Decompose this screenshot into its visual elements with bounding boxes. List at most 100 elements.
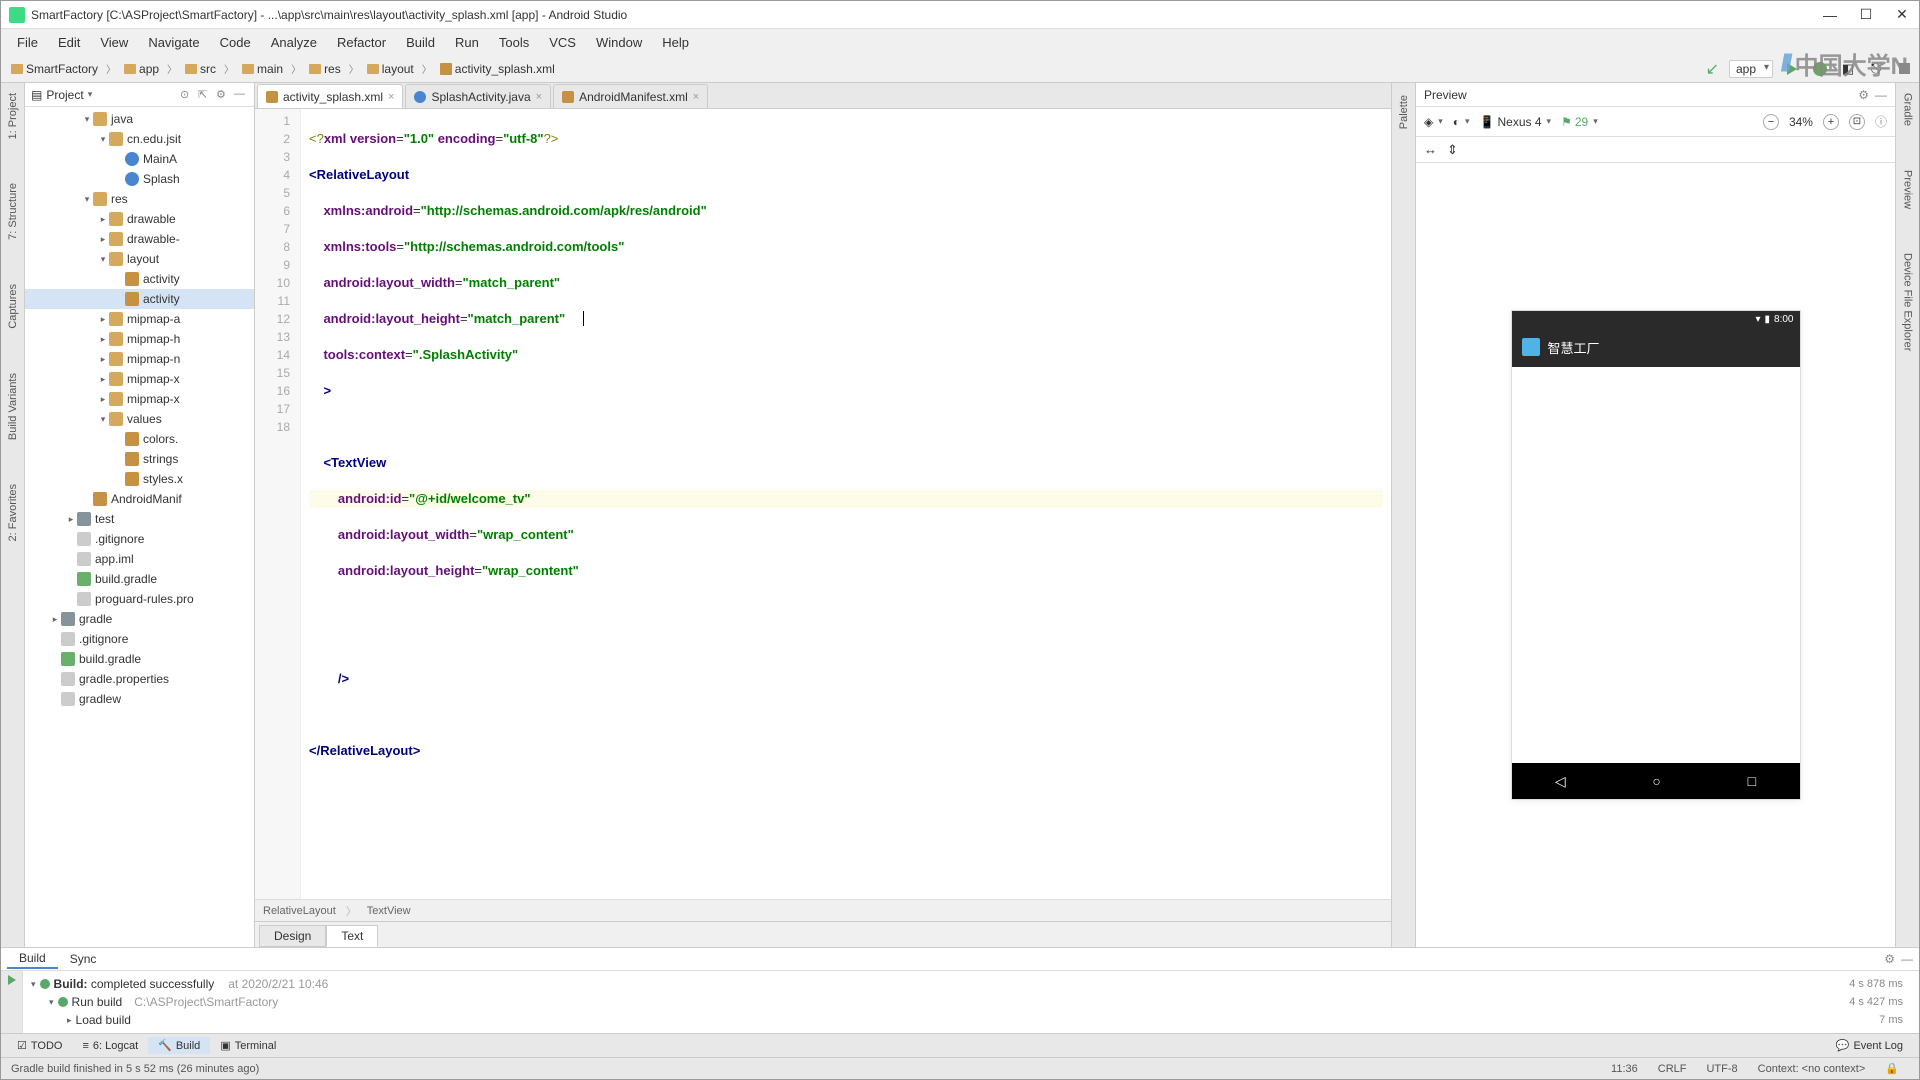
minimize-button[interactable]: — [1821,6,1839,24]
tree-row[interactable]: ▸mipmap-n [25,349,254,369]
surface-selector[interactable]: ◈ [1424,115,1443,129]
tree-row[interactable]: ▾values [25,409,254,429]
device-selector[interactable]: 📱 Nexus 4 [1480,115,1552,129]
editor-body[interactable]: 123456789101112131415161718 <?xml versio… [255,109,1391,899]
tree-row[interactable]: app.iml [25,549,254,569]
tree-row[interactable]: activity [25,269,254,289]
tool-todo[interactable]: ☑TODO [7,1037,72,1054]
close-tab-icon[interactable]: × [693,91,699,103]
breadcrumb-layout[interactable]: layout [363,60,418,78]
pan-icon[interactable]: ↔ [1424,142,1437,157]
editor-tab-manifest[interactable]: AndroidManifest.xml × [553,84,708,108]
build-tree[interactable]: ▾ Build: completed successfully at 2020/… [23,971,1919,1033]
api-selector[interactable]: ⚑ 29 [1561,115,1598,129]
tree-row[interactable]: proguard-rules.pro [25,589,254,609]
build-tab[interactable]: Build [7,949,58,969]
menu-run[interactable]: Run [445,33,489,52]
tree-row[interactable]: ▸test [25,509,254,529]
tree-row[interactable]: AndroidManif [25,489,254,509]
tree-row[interactable]: ▸drawable- [25,229,254,249]
tree-row[interactable]: gradle.properties [25,669,254,689]
tree-row[interactable]: .gitignore [25,629,254,649]
tool-device-explorer[interactable]: Device File Explorer [1900,251,1916,353]
debug-button[interactable] [1811,60,1829,78]
text-tab[interactable]: Text [326,925,378,947]
menu-build[interactable]: Build [396,33,445,52]
breadcrumb-app[interactable]: app [120,60,163,78]
tree-row[interactable]: styles.x [25,469,254,489]
tree-row[interactable]: ▸mipmap-x [25,389,254,409]
tool-captures[interactable]: Captures [5,282,21,331]
gear-icon[interactable]: ⚙ [1858,88,1869,102]
breadcrumb-src[interactable]: src [181,60,220,78]
hide-build-icon[interactable]: — [1901,952,1913,966]
tool-gradle[interactable]: Gradle [1900,91,1916,128]
breadcrumb-node[interactable]: RelativeLayout [263,905,336,917]
menu-refactor[interactable]: Refactor [327,33,396,52]
tree-row[interactable]: ▾java [25,109,254,129]
tree-row[interactable]: ▸mipmap-a [25,309,254,329]
menu-view[interactable]: View [90,33,138,52]
sync-tab[interactable]: Sync [58,950,109,968]
code-editor[interactable]: <?xml version="1.0" encoding="utf-8"?> <… [301,109,1391,899]
editor-tab-splash-activity-java[interactable]: SplashActivity.java × [405,84,551,108]
zoom-fit-icon[interactable]: ⊡ [1849,114,1865,130]
breadcrumb-project[interactable]: SmartFactory [7,60,102,78]
make-project-icon[interactable]: ↙ [1706,59,1719,79]
preview-canvas[interactable]: ▾ ▮ 8:00 智慧工厂 ◁ ○ □ [1416,163,1895,947]
warnings-icon[interactable]: ⓘ [1875,113,1887,130]
hide-icon[interactable]: — [234,88,248,102]
tool-preview[interactable]: Preview [1900,168,1916,211]
attach-debugger-button[interactable]: ⎋ [1867,60,1885,78]
zoom-out-icon[interactable]: − [1763,114,1779,130]
tree-row[interactable]: .gitignore [25,529,254,549]
tool-build-variants[interactable]: Build Variants [5,371,21,442]
tree-row[interactable]: ▾layout [25,249,254,269]
tree-row[interactable]: ▸mipmap-x [25,369,254,389]
tree-row[interactable]: build.gradle [25,569,254,589]
menu-tools[interactable]: Tools [489,33,539,52]
tool-project[interactable]: 1: Project [5,91,21,141]
tree-row[interactable]: ▸gradle [25,609,254,629]
menu-help[interactable]: Help [652,33,699,52]
tree-row[interactable]: activity [25,289,254,309]
menu-vcs[interactable]: VCS [539,33,586,52]
context-info[interactable]: Context: <no context> [1748,1063,1876,1075]
tree-row[interactable]: ▸drawable [25,209,254,229]
menu-edit[interactable]: Edit [48,33,90,52]
tree-row[interactable]: colors. [25,429,254,449]
menu-window[interactable]: Window [586,33,652,52]
tree-row[interactable]: ▸mipmap-h [25,329,254,349]
profiler-button[interactable]: ◧ [1839,60,1857,78]
palette-tab[interactable]: Palette [1398,91,1410,133]
menu-file[interactable]: File [7,33,48,52]
zoom-in-icon[interactable]: + [1823,114,1839,130]
tree-row[interactable]: ▾res [25,189,254,209]
menu-analyze[interactable]: Analyze [261,33,327,52]
close-tab-icon[interactable]: × [388,91,394,103]
tree-row[interactable]: gradlew [25,689,254,709]
expand-icon[interactable]: ⇕ [1447,142,1458,158]
tree-row[interactable]: MainA [25,149,254,169]
breadcrumb-file[interactable]: activity_splash.xml [436,60,559,78]
tool-event-log[interactable]: 💬Event Log [1826,1037,1913,1054]
tool-terminal[interactable]: ▣Terminal [210,1037,286,1054]
design-tab[interactable]: Design [259,925,326,947]
close-button[interactable]: ✕ [1893,6,1911,24]
menu-code[interactable]: Code [210,33,261,52]
breadcrumb-node[interactable]: TextView [367,905,411,917]
menu-navigate[interactable]: Navigate [138,33,209,52]
tree-row[interactable]: ▾cn.edu.jsit [25,129,254,149]
stop-button[interactable] [1895,60,1913,78]
project-tree[interactable]: ▾java▾cn.edu.jsitMainASplash▾res▸drawabl… [25,107,254,947]
breadcrumb-main[interactable]: main [238,60,287,78]
file-encoding[interactable]: UTF-8 [1696,1063,1747,1075]
tree-row[interactable]: strings [25,449,254,469]
tree-row[interactable]: Splash [25,169,254,189]
collapse-icon[interactable]: ⇱ [198,88,212,102]
run-config-selector[interactable]: app [1729,60,1773,78]
tree-row[interactable]: build.gradle [25,649,254,669]
breadcrumb-res[interactable]: res [305,60,345,78]
tool-logcat[interactable]: ≡6: Logcat [72,1038,148,1054]
project-scope-label[interactable]: Project [46,88,83,102]
